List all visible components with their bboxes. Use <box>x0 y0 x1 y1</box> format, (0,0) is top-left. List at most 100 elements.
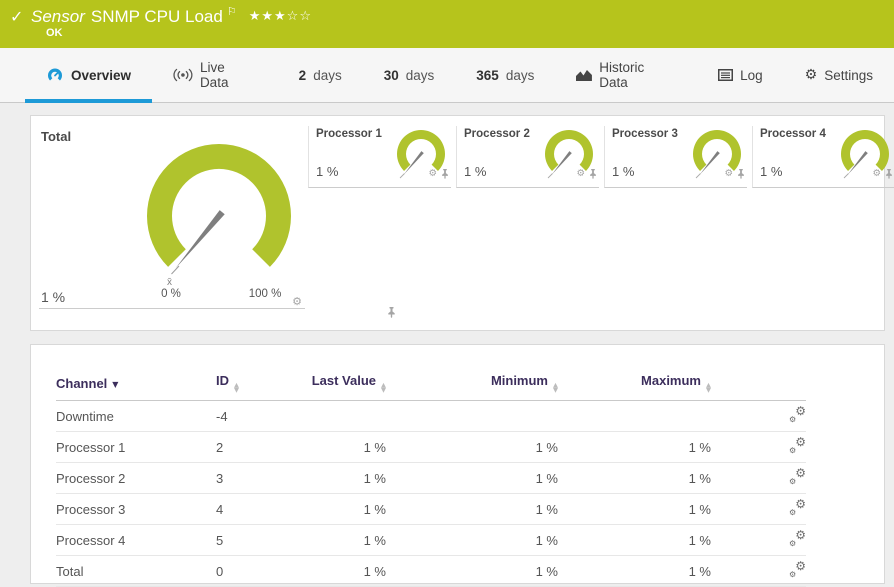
tab-overview-label: Overview <box>71 68 131 83</box>
col-header-maximum[interactable]: Maximum▲▼ <box>558 367 711 401</box>
tab-2-days-number: 2 <box>299 68 307 83</box>
cell-last-value: 1 % <box>301 525 386 556</box>
gauge-min-label: 0 % <box>149 288 193 300</box>
table-row-processor-2: Processor 2 3 1 % 1 % 1 % ⚙⚙ <box>56 463 806 494</box>
tab-log[interactable]: Log <box>697 48 784 102</box>
channel-settings-icon[interactable]: ⚙⚙ <box>789 500 806 515</box>
channel-settings-icon[interactable]: ⚙⚙ <box>789 438 806 453</box>
sort-desc-icon: ▼ <box>112 380 118 389</box>
channel-gear-icon[interactable]: ⚙ <box>576 168 585 179</box>
col-header-minimum[interactable]: Minimum▲▼ <box>386 367 558 401</box>
pin-icon[interactable] <box>441 169 449 179</box>
gauge-block-total: Total x̄ 0 % 100 % 1 % ⚙ <box>39 126 305 309</box>
tab-365-days[interactable]: 365 days <box>455 48 555 102</box>
channel-settings-icon[interactable]: ⚙⚙ <box>789 407 806 422</box>
channel-settings-icon[interactable]: ⚙⚙ <box>789 469 806 484</box>
cell-maximum: 1 % <box>558 525 711 556</box>
tab-2-days[interactable]: 2 days <box>278 48 363 102</box>
gauge-total-value: 1 % <box>41 289 65 305</box>
sensor-name: SNMP CPU Load <box>91 7 223 26</box>
cell-id: 4 <box>216 494 301 525</box>
gauge-processor-3-value: 1 % <box>612 164 634 179</box>
cell-id: 2 <box>216 432 301 463</box>
pin-icon[interactable] <box>387 307 396 318</box>
gauge-icon <box>46 67 64 83</box>
col-header-id[interactable]: ID▲▼ <box>216 367 301 401</box>
tab-30-days[interactable]: 30 days <box>363 48 456 102</box>
cell-maximum <box>558 401 711 432</box>
channel-gear-icon[interactable]: ⚙ <box>292 295 302 308</box>
channel-settings-icon[interactable]: ⚙⚙ <box>789 562 806 577</box>
gauge-block-processor-2: Processor 2 1 % ⚙ <box>456 126 599 188</box>
tab-settings[interactable]: ⚙ Settings <box>784 48 894 102</box>
mean-marker-label: x̄ <box>167 277 172 288</box>
cell-maximum: 1 % <box>558 494 711 525</box>
cell-id: 0 <box>216 556 301 587</box>
cell-maximum: 1 % <box>558 432 711 463</box>
cell-last-value <box>301 401 386 432</box>
cell-minimum: 1 % <box>386 525 558 556</box>
gauge-processor-2-value: 1 % <box>464 164 486 179</box>
tab-overview[interactable]: Overview <box>25 48 152 102</box>
sort-icon: ▲▼ <box>706 383 711 393</box>
cell-minimum: 1 % <box>386 494 558 525</box>
page-title: SensorSNMP CPU Load⚐★★★☆☆ <box>31 5 312 27</box>
channel-settings-icon[interactable]: ⚙⚙ <box>789 531 806 546</box>
channels-panel: Channel▼ ID▲▼ Last Value▲▼ Minimum▲▼ Max… <box>30 344 885 584</box>
gauges-panel: Total x̄ 0 % 100 % 1 % ⚙ Processor 1 1 % <box>30 115 885 331</box>
live-data-icon <box>173 68 193 82</box>
cell-id: -4 <box>216 401 301 432</box>
cell-minimum: 1 % <box>386 432 558 463</box>
col-header-last-value[interactable]: Last Value▲▼ <box>301 367 386 401</box>
col-header-channel[interactable]: Channel▼ <box>56 367 216 401</box>
tab-30-days-unit: days <box>406 68 435 83</box>
area-chart-icon <box>576 69 592 82</box>
tab-live-data-label: Live Data <box>200 60 257 90</box>
gauge-processor-1-value: 1 % <box>316 164 338 179</box>
table-row-total: Total 0 1 % 1 % 1 % ⚙⚙ <box>56 556 806 587</box>
cell-last-value: 1 % <box>301 432 386 463</box>
tab-365-days-number: 365 <box>476 68 499 83</box>
channel-gear-icon[interactable]: ⚙ <box>872 168 881 179</box>
cell-channel: Processor 1 <box>56 432 216 463</box>
gauge-needle <box>176 210 225 268</box>
table-row-processor-4: Processor 4 5 1 % 1 % 1 % ⚙⚙ <box>56 525 806 556</box>
gauge-block-processor-3: Processor 3 1 % ⚙ <box>604 126 747 188</box>
tab-365-days-unit: days <box>506 68 535 83</box>
cell-id: 3 <box>216 463 301 494</box>
channel-gear-icon[interactable]: ⚙ <box>428 168 437 179</box>
gauge-block-processor-1: Processor 1 1 % ⚙ <box>308 126 451 188</box>
gauge-block-processor-4: Processor 4 1 % ⚙ <box>752 126 894 188</box>
cell-channel: Total <box>56 556 216 587</box>
cell-last-value: 1 % <box>301 494 386 525</box>
cell-maximum: 1 % <box>558 463 711 494</box>
tab-live-data[interactable]: Live Data <box>152 48 278 102</box>
cell-minimum: 1 % <box>386 463 558 494</box>
table-row-processor-3: Processor 3 4 1 % 1 % 1 % ⚙⚙ <box>56 494 806 525</box>
tab-historic-data-label: Historic Data <box>599 60 676 90</box>
tab-30-days-number: 30 <box>384 68 399 83</box>
cell-last-value: 1 % <box>301 556 386 587</box>
sort-icon: ▲▼ <box>553 383 558 393</box>
priority-stars[interactable]: ★★★☆☆ <box>249 8 312 23</box>
table-row-processor-1: Processor 1 2 1 % 1 % 1 % ⚙⚙ <box>56 432 806 463</box>
gauge-processor-4-label: Processor 4 <box>760 128 826 140</box>
pin-icon[interactable] <box>737 169 745 179</box>
gauge-total-label: Total <box>41 129 71 144</box>
gauge-processor-2-label: Processor 2 <box>464 128 530 140</box>
gauge-processor-4-value: 1 % <box>760 164 782 179</box>
cell-channel: Processor 2 <box>56 463 216 494</box>
tab-2-days-unit: days <box>313 68 342 83</box>
tab-historic-data[interactable]: Historic Data <box>555 48 697 102</box>
settings-gear-icon: ⚙ <box>805 67 818 83</box>
pin-icon[interactable] <box>885 169 893 179</box>
tab-log-label: Log <box>740 68 763 83</box>
channel-gear-icon[interactable]: ⚙ <box>724 168 733 179</box>
cell-channel: Processor 4 <box>56 525 216 556</box>
cell-channel: Downtime <box>56 401 216 432</box>
channels-table: Channel▼ ID▲▼ Last Value▲▼ Minimum▲▼ Max… <box>56 367 806 587</box>
cell-id: 5 <box>216 525 301 556</box>
pin-icon[interactable] <box>589 169 597 179</box>
priority-flag-icon[interactable]: ⚐ <box>227 6 237 18</box>
sort-icon: ▲▼ <box>381 383 386 393</box>
